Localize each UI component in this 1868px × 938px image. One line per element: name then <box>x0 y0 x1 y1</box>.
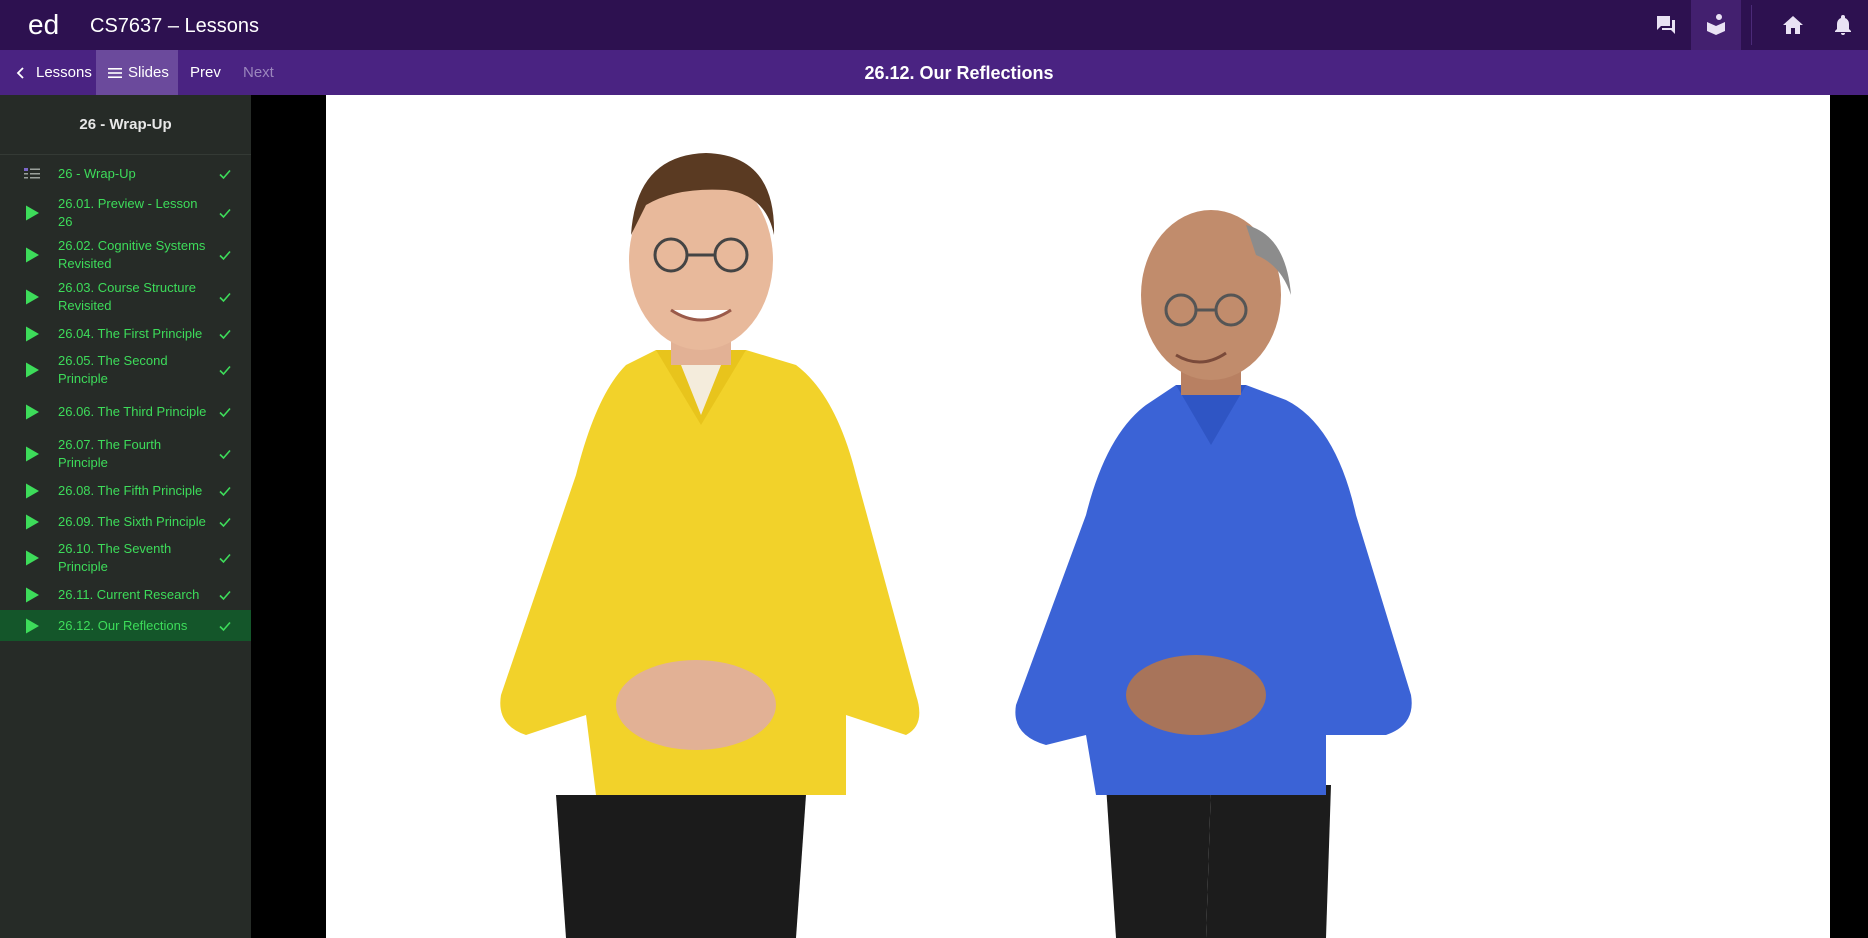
play-icon <box>20 204 44 222</box>
home-icon[interactable] <box>1768 0 1818 50</box>
lesson-item-label: 26.12. Our Reflections <box>58 617 188 633</box>
checkmark-icon <box>217 515 233 529</box>
lesson-item[interactable]: 26.03. Course Structure Revisited <box>0 276 251 318</box>
checkmark-icon <box>217 405 233 419</box>
lesson-item[interactable]: 26 - Wrap-Up <box>0 155 251 192</box>
lesson-item[interactable]: 26.08. The Fifth Principle <box>0 475 251 506</box>
lesson-item-label: 26.04. The First Principle <box>58 325 203 341</box>
video-frame[interactable] <box>326 95 1830 938</box>
checkmark-icon <box>217 447 233 461</box>
top-app-bar: ed CS7637 – Lessons <box>0 0 1868 50</box>
sidebar-heading: 26 - Wrap-Up <box>0 95 251 155</box>
lesson-item[interactable]: 26.12. Our Reflections <box>0 610 251 641</box>
current-slide-title: 26.12. Our Reflections <box>864 63 1054 83</box>
checkmark-icon <box>217 290 233 304</box>
checkmark-icon <box>217 206 233 220</box>
video-player[interactable] <box>251 95 1868 938</box>
lesson-item[interactable]: 26.07. The Fourth Principle <box>0 433 251 475</box>
lessons-icon[interactable] <box>1691 0 1741 50</box>
toolbar-divider <box>1751 5 1752 45</box>
lesson-item-label: 26.03. Course Structure Revisited <box>58 280 197 313</box>
checkmark-icon <box>217 588 233 602</box>
lesson-nav-bar: Lessons Slides Prev Next 26.12. Our Refl… <box>0 50 1868 95</box>
lesson-item[interactable]: 26.09. The Sixth Principle <box>0 506 251 537</box>
checkmark-icon <box>217 484 233 498</box>
lesson-item[interactable]: 26.02. Cognitive Systems Revisited <box>0 234 251 276</box>
lesson-list: 26 - Wrap-Up 26.01. Preview - Lesson 26 26… <box>0 155 251 641</box>
lesson-item[interactable]: 26.05. The Second Principle <box>0 349 251 391</box>
play-icon <box>20 403 44 421</box>
play-icon <box>20 288 44 306</box>
lecture-video-still <box>326 95 1830 938</box>
play-icon <box>20 513 44 531</box>
lesson-item-label: 26.11. Current Research <box>58 586 200 602</box>
checkmark-icon <box>217 619 233 633</box>
checkmark-icon <box>217 248 233 262</box>
lesson-item-label: 26.09. The Sixth Principle <box>58 513 206 529</box>
overview-icon <box>20 165 44 183</box>
lesson-item-label: 26 - Wrap-Up <box>58 165 136 181</box>
play-icon <box>20 586 44 604</box>
discussion-icon[interactable] <box>1641 0 1691 50</box>
lesson-item-label: 26.08. The Fifth Principle <box>58 482 203 498</box>
lesson-item[interactable]: 26.04. The First Principle <box>0 318 251 349</box>
course-title: CS7637 – Lessons <box>90 15 260 37</box>
ed-logo[interactable]: ed <box>28 8 59 42</box>
notifications-icon[interactable] <box>1818 0 1868 50</box>
lesson-item-label: 26.01. Preview - Lesson 26 <box>58 196 198 229</box>
lesson-item-label: 26.06. The Third Principle <box>58 404 207 419</box>
lesson-item-label: 26.07. The Fourth Principle <box>58 437 162 470</box>
play-icon <box>20 361 44 379</box>
lesson-item-label: 26.02. Cognitive Systems Revisited <box>58 238 206 271</box>
lesson-item-label: 26.05. The Second Principle <box>58 353 168 386</box>
checkmark-icon <box>217 551 233 565</box>
play-icon <box>20 482 44 500</box>
checkmark-icon <box>217 363 233 377</box>
play-icon <box>20 325 44 343</box>
lesson-sidebar: 26 - Wrap-Up 26 - Wrap-Up 26.01. Preview … <box>0 95 251 938</box>
play-icon <box>20 549 44 567</box>
checkmark-icon <box>217 327 233 341</box>
lesson-item-label: 26.10. The Seventh Principle <box>58 541 172 574</box>
lesson-item[interactable]: 26.10. The Seventh Principle <box>0 537 251 579</box>
play-icon <box>20 617 44 635</box>
play-icon <box>20 246 44 264</box>
lesson-item[interactable]: 26.11. Current Research <box>0 579 251 610</box>
lesson-item[interactable]: 26.01. Preview - Lesson 26 <box>0 192 251 234</box>
lesson-item[interactable]: 26.06. The Third Principle <box>0 391 251 433</box>
top-icon-group <box>1641 0 1868 50</box>
play-icon <box>20 445 44 463</box>
checkmark-icon <box>217 167 233 181</box>
